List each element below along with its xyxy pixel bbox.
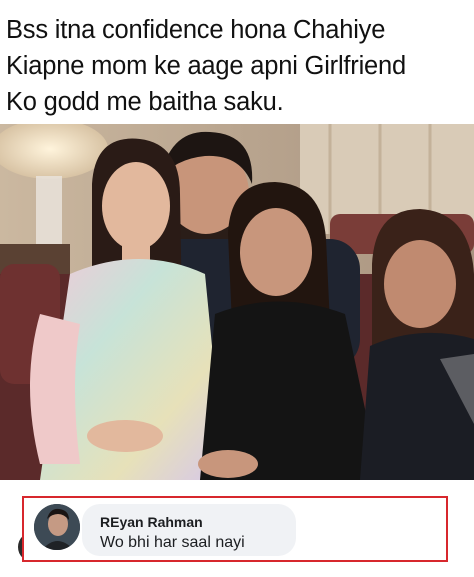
meme-caption: Bss itna confidence hona Chahiye Kiapne … (6, 12, 472, 120)
caption-line-3: Ko godd me baitha saku. (6, 88, 284, 116)
comment-bubble: REyan Rahman Wo bhi har saal nayi (82, 504, 296, 556)
group-photo-image (0, 124, 474, 480)
group-photo (0, 124, 474, 480)
comment-text: Wo bhi har saal nayi (100, 534, 245, 551)
comment-author[interactable]: REyan Rahman (100, 514, 203, 530)
caption-line-2: Kiapne mom ke aage apni Girlfriend (6, 52, 407, 80)
commenter-avatar-icon[interactable] (34, 504, 80, 550)
caption-line-1: Bss itna confidence hona Chahiye (6, 16, 386, 44)
highlighted-comment: REyan Rahman Wo bhi har saal nayi (22, 496, 448, 562)
